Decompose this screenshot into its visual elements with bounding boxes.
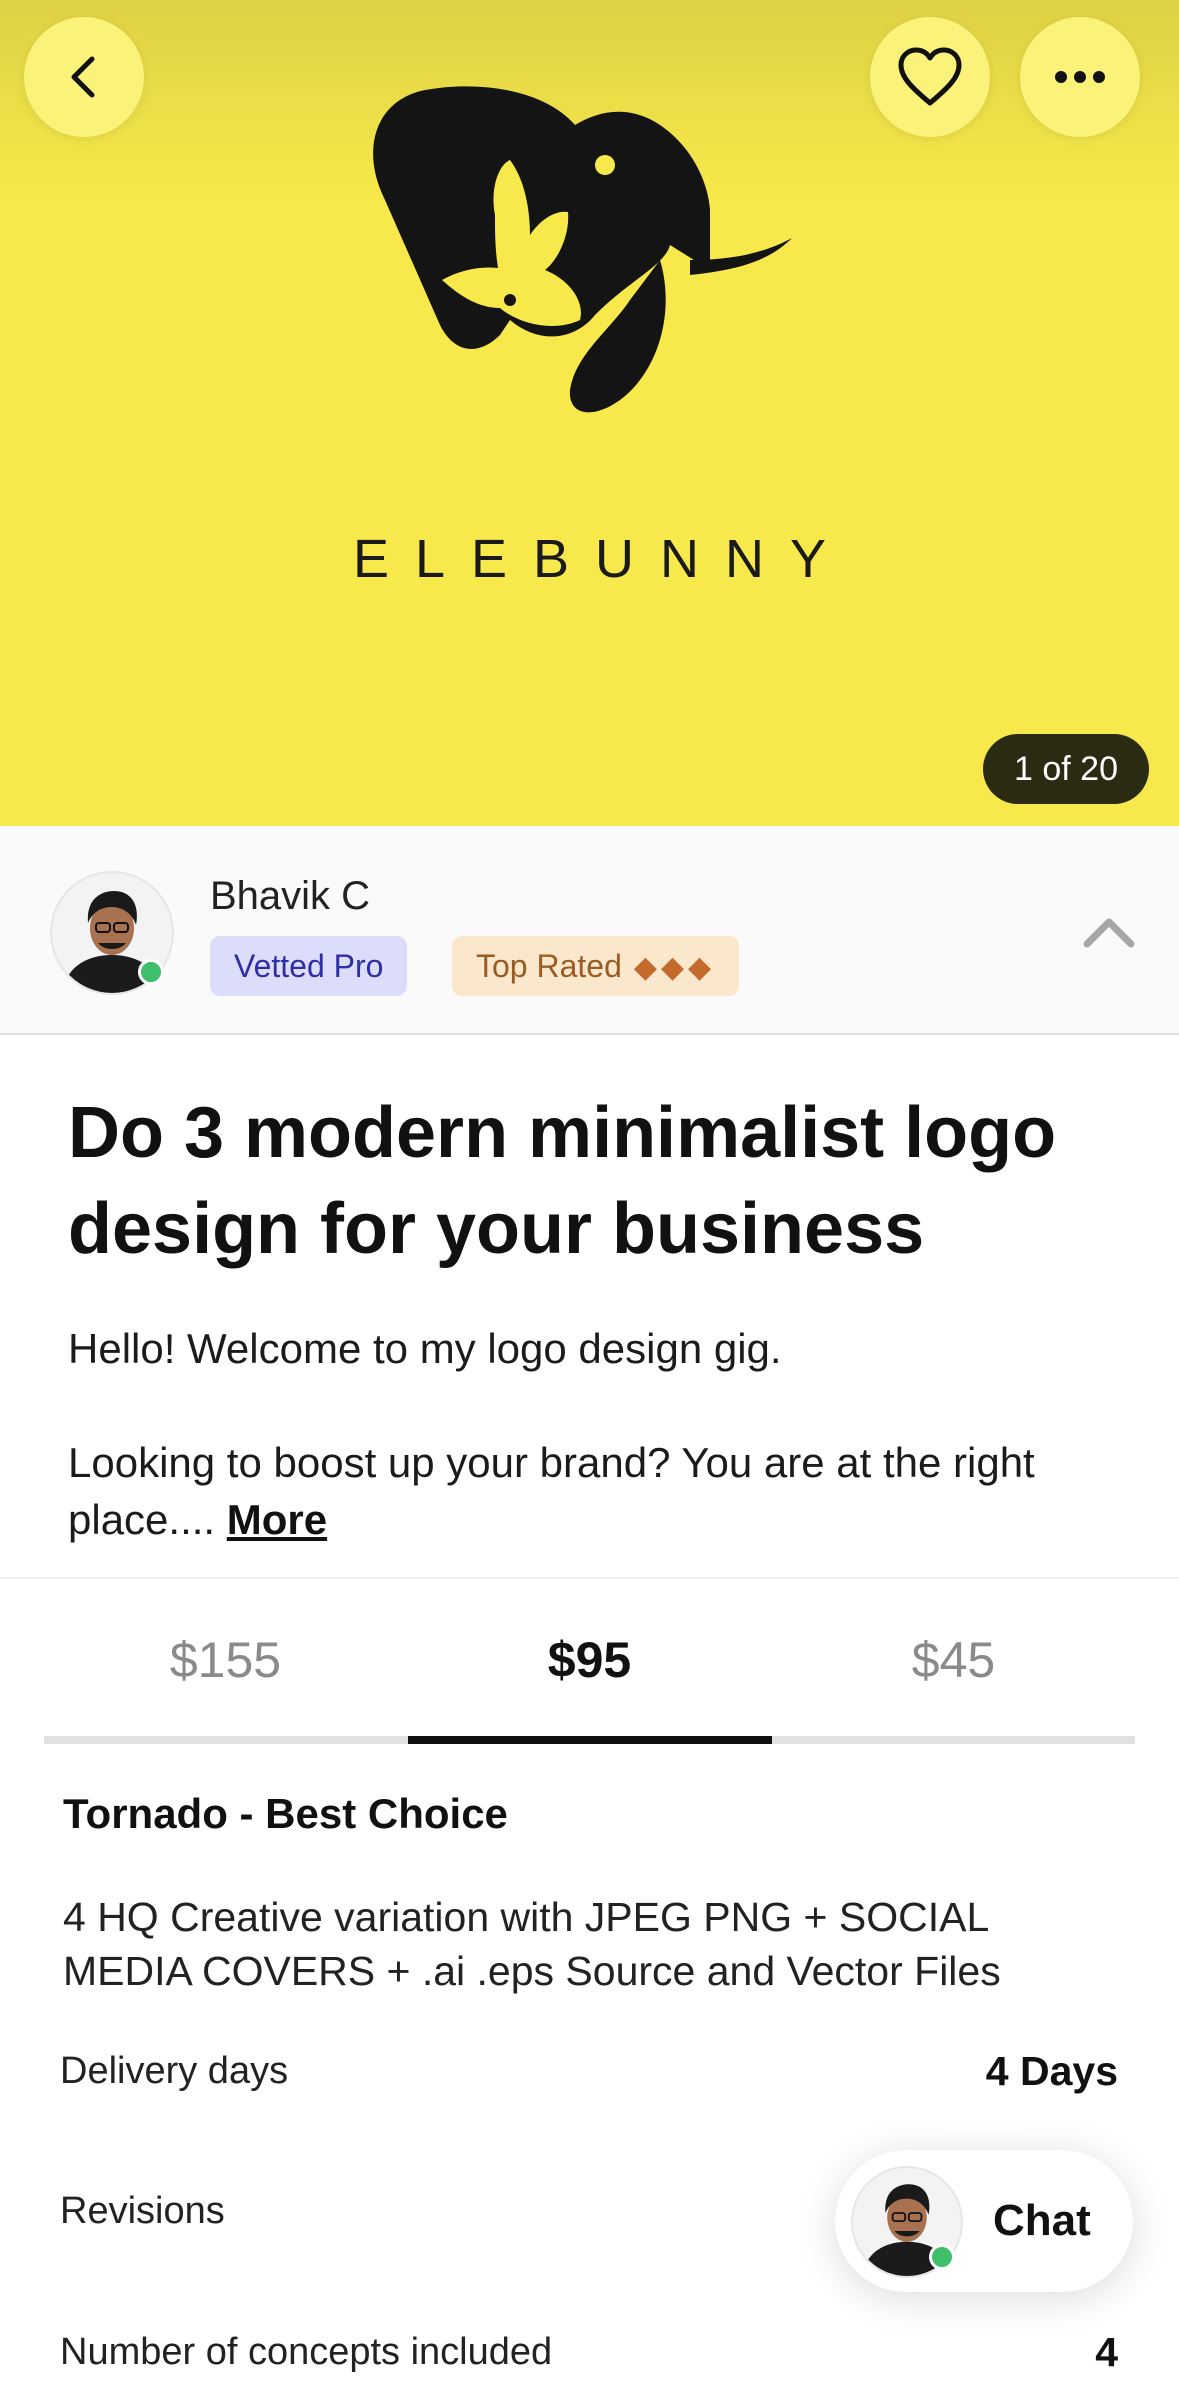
favorite-button[interactable] — [870, 17, 990, 137]
price-tabs: $155 $95 $45 — [44, 1580, 1135, 1746]
online-status-dot — [138, 959, 164, 985]
seller-header[interactable]: Bhavik C Vetted Pro Top Rated ◆◆◆ — [0, 826, 1179, 1035]
seller-name[interactable]: Bhavik C — [210, 874, 370, 919]
collapse-button[interactable] — [1079, 906, 1139, 956]
row-label: Number of concepts included — [60, 2331, 553, 2373]
top-rated-label: Top Rated — [476, 948, 622, 984]
tab-price-45[interactable]: $45 — [772, 1580, 1135, 1740]
brand-wordmark: ELEBUNNY — [352, 529, 853, 589]
row-value: 4 Days — [985, 2048, 1118, 2094]
tab-underline-active — [408, 1736, 772, 1744]
tab-price-155[interactable]: $155 — [44, 1580, 407, 1740]
description-line-1: Hello! Welcome to my logo design gig. — [68, 1325, 782, 1372]
back-button[interactable] — [24, 17, 144, 137]
row-label: Revisions — [60, 2190, 225, 2232]
elebunny-logo — [373, 86, 792, 413]
package-title: Tornado - Best Choice — [63, 1790, 508, 1837]
tab-price-95[interactable]: $95 — [408, 1580, 771, 1740]
description-line-2: Looking to boost up your brand? You are … — [68, 1434, 1128, 1548]
tab-underline — [772, 1736, 1135, 1744]
chat-seller-avatar — [851, 2166, 963, 2278]
row-label: Delivery days — [60, 2050, 289, 2092]
vetted-pro-badge: Vetted Pro — [210, 936, 408, 996]
gig-description: Hello! Welcome to my logo design gig. Lo… — [68, 1320, 1128, 1548]
row-value: 4 — [1095, 2329, 1118, 2375]
tab-underline — [44, 1736, 408, 1744]
delivery-days-row: Delivery days 4 Days — [60, 2041, 1118, 2101]
concepts-row: Number of concepts included 4 — [60, 2322, 1118, 2382]
chat-button[interactable]: Chat — [835, 2150, 1133, 2292]
gig-image-gallery[interactable]: ELEBUNNY 1 of 20 — [0, 0, 1179, 826]
image-counter: 1 of 20 — [983, 734, 1149, 804]
chat-label: Chat — [993, 2196, 1091, 2245]
more-options-button[interactable] — [1020, 17, 1140, 137]
package-description: 4 HQ Creative variation with JPEG PNG + … — [63, 1894, 1001, 1994]
online-status-dot — [929, 2244, 955, 2270]
vetted-pro-label: Vetted Pro — [234, 948, 384, 984]
top-rated-badge: Top Rated ◆◆◆ — [452, 936, 740, 996]
chevron-left-icon — [71, 56, 95, 98]
description-text: Looking to boost up your brand? You are … — [68, 1439, 1035, 1543]
seller-avatar[interactable] — [50, 871, 174, 995]
divider — [0, 1577, 1179, 1579]
more-link[interactable]: More — [227, 1496, 327, 1543]
heart-icon — [898, 47, 962, 106]
gig-title: Do 3 modern minimalist logo design for y… — [68, 1093, 1057, 1269]
top-rated-diamonds: ◆◆◆ — [633, 951, 716, 984]
more-horizontal-icon — [1055, 71, 1105, 83]
chevron-up-icon — [1083, 918, 1135, 948]
